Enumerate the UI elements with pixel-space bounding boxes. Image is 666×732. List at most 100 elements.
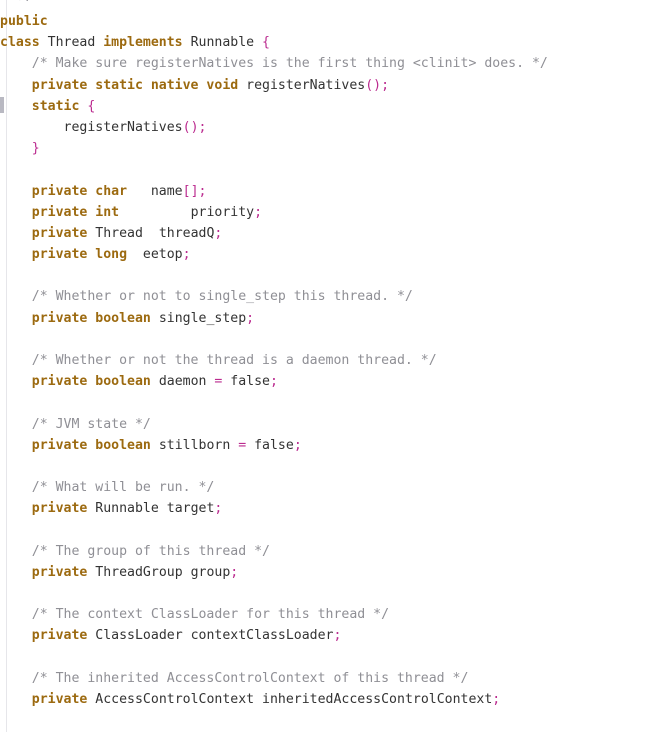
code-line: static { bbox=[0, 96, 666, 117]
code-line: private Thread threadQ; bbox=[0, 223, 666, 244]
code-token-id: eetop bbox=[127, 247, 183, 263]
code-token-kw: static bbox=[31, 98, 88, 114]
code-token-kw: private static native void bbox=[31, 77, 247, 93]
code-token-cmt: /* Whether or not to single_step this th… bbox=[31, 289, 413, 305]
code-line: registerNatives(); bbox=[0, 117, 666, 138]
code-token-cmt: /* The group of this thread */ bbox=[31, 543, 270, 559]
code-token-pun: ; bbox=[333, 628, 342, 644]
source-code-block[interactable]: */ public class Thread implements Runnable… bbox=[0, 0, 666, 710]
code-token-kw: private bbox=[31, 564, 96, 580]
code-token-cmt: /* The inherited AccessControlContext of… bbox=[31, 670, 469, 686]
code-token-kw: class bbox=[0, 35, 48, 51]
code-token-id: name bbox=[127, 183, 183, 199]
code-line: /* Make sure registerNatives is the firs… bbox=[0, 53, 666, 74]
code-token-typ: ThreadGroup group bbox=[95, 564, 231, 580]
code-token-pun: (); bbox=[182, 119, 207, 135]
code-token-pun: = bbox=[214, 374, 231, 390]
code-token-id: daemon bbox=[158, 374, 215, 390]
code-token-cmt: /* Make sure registerNatives is the firs… bbox=[31, 56, 548, 72]
code-line: /* JVM state */ bbox=[0, 414, 666, 435]
code-token-pun: { bbox=[262, 35, 270, 51]
code-token-kw: private boolean bbox=[31, 310, 159, 326]
code-line: private static native void registerNativ… bbox=[0, 75, 666, 96]
code-token-pun: ; bbox=[182, 247, 191, 263]
code-token-kw: private bbox=[31, 692, 96, 707]
code-token-cmt: /* Whether or not the thread is a daemon… bbox=[31, 353, 437, 368]
code-token-pun: []; bbox=[182, 183, 207, 199]
code-token-kw: private bbox=[31, 501, 96, 517]
code-line: private ThreadGroup group; bbox=[0, 562, 666, 583]
code-line: private ClassLoader contextClassLoader; bbox=[0, 625, 666, 646]
code-token-pun: ; bbox=[269, 374, 278, 390]
code-token-pun: = bbox=[238, 437, 255, 453]
code-line: /* Whether or not the thread is a daemon… bbox=[0, 350, 666, 371]
code-line: private AccessControlContext inheritedAc… bbox=[0, 689, 666, 710]
code-token-id: stillborn bbox=[158, 437, 239, 453]
code-editor-view[interactable]: */ public class Thread implements Runnable… bbox=[0, 0, 666, 732]
code-line: private Runnable target; bbox=[0, 498, 666, 519]
code-token-pun: (); bbox=[365, 77, 390, 93]
code-line: /* The context ClassLoader for this thre… bbox=[0, 604, 666, 625]
code-token-kw: public bbox=[0, 14, 48, 29]
code-line: private boolean daemon = false; bbox=[0, 371, 666, 392]
code-token-kw: private int bbox=[31, 204, 120, 220]
code-token-id: single_step bbox=[158, 310, 247, 326]
code-token-pun: ; bbox=[214, 225, 223, 241]
code-line: } bbox=[0, 138, 666, 159]
code-line: /* What will be run. */ bbox=[0, 477, 666, 498]
code-line: /* The group of this thread */ bbox=[0, 541, 666, 562]
code-line: */ bbox=[0, 0, 666, 1]
code-token-typ: Thread bbox=[47, 35, 104, 51]
code-token-cmt: /* The context ClassLoader for this thre… bbox=[31, 607, 390, 623]
code-line: /* Whether or not to single_step this th… bbox=[0, 286, 666, 307]
code-token-kw: private bbox=[31, 628, 96, 644]
code-line: class Thread implements Runnable { bbox=[0, 32, 666, 53]
code-token-pun: ; bbox=[246, 310, 255, 326]
code-line: public bbox=[0, 11, 666, 32]
code-token-kw: private boolean bbox=[31, 437, 159, 453]
code-token-kw: private long bbox=[31, 247, 128, 263]
code-line: private boolean stillborn = false; bbox=[0, 435, 666, 456]
code-token-id: false bbox=[254, 437, 294, 453]
code-token-pun: ; bbox=[214, 501, 223, 517]
code-line: private char name[]; bbox=[0, 181, 666, 202]
code-token-cmt: /* JVM state */ bbox=[31, 416, 151, 432]
code-line: private int priority; bbox=[0, 202, 666, 223]
code-token-typ: AccessControlContext inheritedAccessCont… bbox=[95, 692, 493, 707]
code-token-pun: ; bbox=[254, 204, 263, 220]
code-token-id: false bbox=[230, 374, 270, 390]
code-token-pun: } bbox=[31, 141, 40, 157]
code-token-typ: Runnable target bbox=[95, 501, 215, 517]
code-token-pun: ; bbox=[230, 564, 239, 580]
code-line: /* The inherited AccessControlContext of… bbox=[0, 668, 666, 689]
code-token-kw: private bbox=[31, 225, 96, 241]
code-token-id: priority bbox=[119, 204, 255, 220]
code-token-typ: ClassLoader contextClassLoader bbox=[95, 628, 334, 644]
